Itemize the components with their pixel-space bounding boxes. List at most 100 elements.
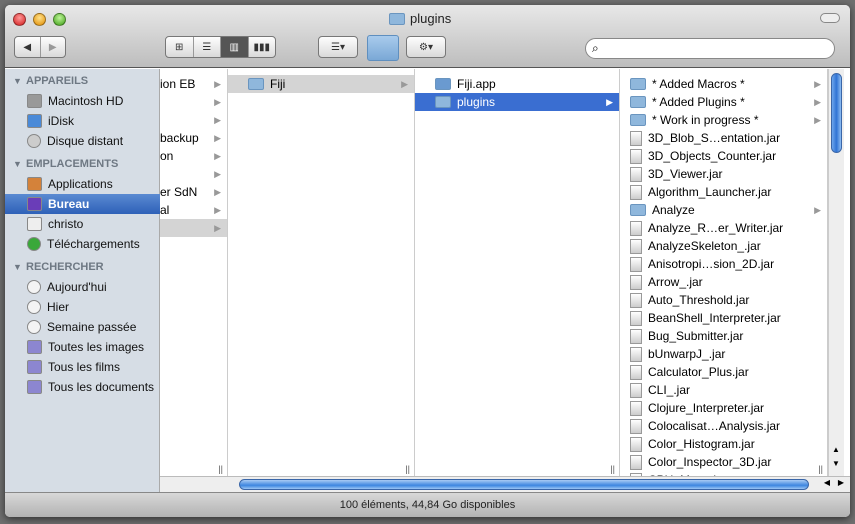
sidebar-item-applications[interactable]: Applications [5,174,160,194]
list-item[interactable]: Bug_Submitter.jar [620,327,827,345]
chevron-right-icon: ▶ [814,204,821,215]
list-item[interactable]: Anisotropi…sion_2D.jar [620,255,827,273]
list-item[interactable]: ▶ [160,219,227,237]
search-input[interactable] [608,41,828,53]
sidebar-section-header[interactable]: EMPLACEMENTS [26,158,118,170]
column-3: Fiji.app plugins ▶ || [415,69,620,476]
horizontal-scrollbar[interactable]: ◀ ▶ [160,476,850,492]
list-item[interactable]: al ▶ [160,201,227,219]
item-name: Fiji [270,77,286,91]
list-item-fiji[interactable]: Fiji ▶ [228,75,414,93]
sidebar-item-bureau[interactable]: Bureau [5,194,160,214]
list-item-plugins[interactable]: plugins ▶ [415,93,619,111]
list-item[interactable]: ▶ [160,165,227,183]
list-item[interactable]: * Added Macros * ▶ [620,75,827,93]
list-view-button[interactable]: ☰ [194,37,221,57]
list-item[interactable]: bUnwarpJ_.jar [620,345,827,363]
list-item[interactable]: 3D_Objects_Counter.jar [620,147,827,165]
icon-view-button[interactable]: ⊞ [166,37,194,57]
list-item[interactable]: ▶ [160,93,227,111]
sidebar-item-tous-les-films[interactable]: Tous les films [5,357,160,377]
clock-icon [27,280,41,294]
vertical-scroll-thumb[interactable] [831,73,842,153]
coverflow-view-button[interactable]: ▮▮▮ [249,37,276,57]
list-item[interactable]: Arrow_.jar [620,273,827,291]
list-item[interactable]: * Work in progress * ▶ [620,111,827,129]
disclosure-triangle-icon[interactable]: ▼ [13,262,22,272]
disclosure-triangle-icon[interactable]: ▼ [13,159,22,169]
column-resize-handle[interactable]: || [818,464,823,474]
column-4: * Added Macros * ▶ * Added Plugins * ▶ * Wor… [620,69,828,476]
list-item[interactable]: on ▶ [160,147,227,165]
folder-proxy-icon[interactable] [367,35,399,61]
sidebar-item-macintosh-hd[interactable]: Macintosh HD [5,91,160,111]
sidebar-section-header[interactable]: RECHERCHER [26,261,104,273]
gear-icon: ⚙▾ [419,41,433,53]
sidebar-item-toutes-les-images[interactable]: Toutes les images [5,337,160,357]
column-1: ion EB ▶ ▶ ▶ backup ▶ on ▶ ▶ er SdN ▶ al ▶ ▶ || [160,69,228,476]
sidebar-item-t-l-chargements[interactable]: Téléchargements [5,234,160,254]
column-resize-handle[interactable]: || [218,464,223,474]
list-item[interactable]: er SdN ▶ [160,183,227,201]
sidebar-section-header[interactable]: APPAREILS [26,75,88,87]
sidebar-item-semaine-pass-e[interactable]: Semaine passée [5,317,160,337]
column-resize-handle[interactable]: || [610,464,615,474]
scroll-down-arrow[interactable]: ▼ [832,459,840,468]
horizontal-scroll-thumb[interactable] [239,479,809,490]
action-button[interactable]: ⚙▾ [406,36,446,58]
scroll-right-arrow[interactable]: ▶ [838,478,844,487]
jar-file-icon [630,364,642,380]
list-item[interactable]: AnalyzeSkeleton_.jar [620,237,827,255]
forward-button[interactable]: ▶ [41,37,66,57]
list-item[interactable]: ▶ [160,111,227,129]
jar-file-icon [630,382,642,398]
list-item[interactable]: CLI_.jar [620,381,827,399]
back-button[interactable]: ◀ [15,37,41,57]
disclosure-triangle-icon[interactable]: ▼ [13,76,22,86]
column-view-button[interactable]: ▥ [221,37,249,57]
sidebar-item-christo[interactable]: christo [5,214,160,234]
list-item[interactable]: 3D_Viewer.jar [620,165,827,183]
list-item[interactable]: Calculator_Plus.jar [620,363,827,381]
sidebar-item-tous-les-documents[interactable]: Tous les documents [5,377,160,397]
zoom-button[interactable] [53,13,66,26]
jar-file-icon [630,328,642,344]
list-item[interactable]: Color_Histogram.jar [620,435,827,453]
vertical-scrollbar[interactable]: ▲ ▼ [828,69,844,476]
close-button[interactable] [13,13,26,26]
app-icon [435,78,451,90]
list-item[interactable]: Color_Inspector_3D.jar [620,453,827,471]
downloads-icon [27,237,41,251]
list-item[interactable]: Analyze ▶ [620,201,827,219]
item-name: 3D_Objects_Counter.jar [648,149,777,163]
scroll-up-arrow[interactable]: ▲ [832,445,840,454]
scroll-left-arrow[interactable]: ◀ [824,478,830,487]
column-resize-handle[interactable]: || [405,464,410,474]
sidebar-item-hier[interactable]: Hier [5,297,160,317]
sidebar-item-idisk[interactable]: iDisk [5,111,160,131]
list-item[interactable]: ion EB ▶ [160,75,227,93]
search-field[interactable]: ⌕ [585,38,835,59]
sidebar-item-disque-distant[interactable]: Disque distant [5,131,160,151]
toolbar-toggle-button[interactable] [820,13,840,23]
jar-file-icon [630,292,642,308]
sidebar-item-aujourd-hui[interactable]: Aujourd'hui [5,277,160,297]
list-item[interactable]: Clojure_Interpreter.jar [620,399,827,417]
hard-drive-icon [27,94,42,108]
arrange-button[interactable]: ☰▾ [318,36,358,58]
list-item[interactable]: Analyze_R…er_Writer.jar [620,219,827,237]
list-item[interactable]: BeanShell_Interpreter.jar [620,309,827,327]
item-name: backup [160,131,199,145]
list-item[interactable]: 3D_Blob_S…entation.jar [620,129,827,147]
list-item[interactable]: Colocalisat…Analysis.jar [620,417,827,435]
list-item[interactable]: backup ▶ [160,129,227,147]
list-item[interactable]: Auto_Threshold.jar [620,291,827,309]
folder-icon [630,78,646,90]
minimize-button[interactable] [33,13,46,26]
list-item-fiji-app[interactable]: Fiji.app [415,75,619,93]
list-item[interactable]: Algorithm_Launcher.jar [620,183,827,201]
chevron-right-icon: ▶ [214,96,221,107]
list-item[interactable]: * Added Plugins * ▶ [620,93,827,111]
item-name: Calculator_Plus.jar [648,365,749,379]
chevron-right-icon: ▶ [214,150,221,161]
